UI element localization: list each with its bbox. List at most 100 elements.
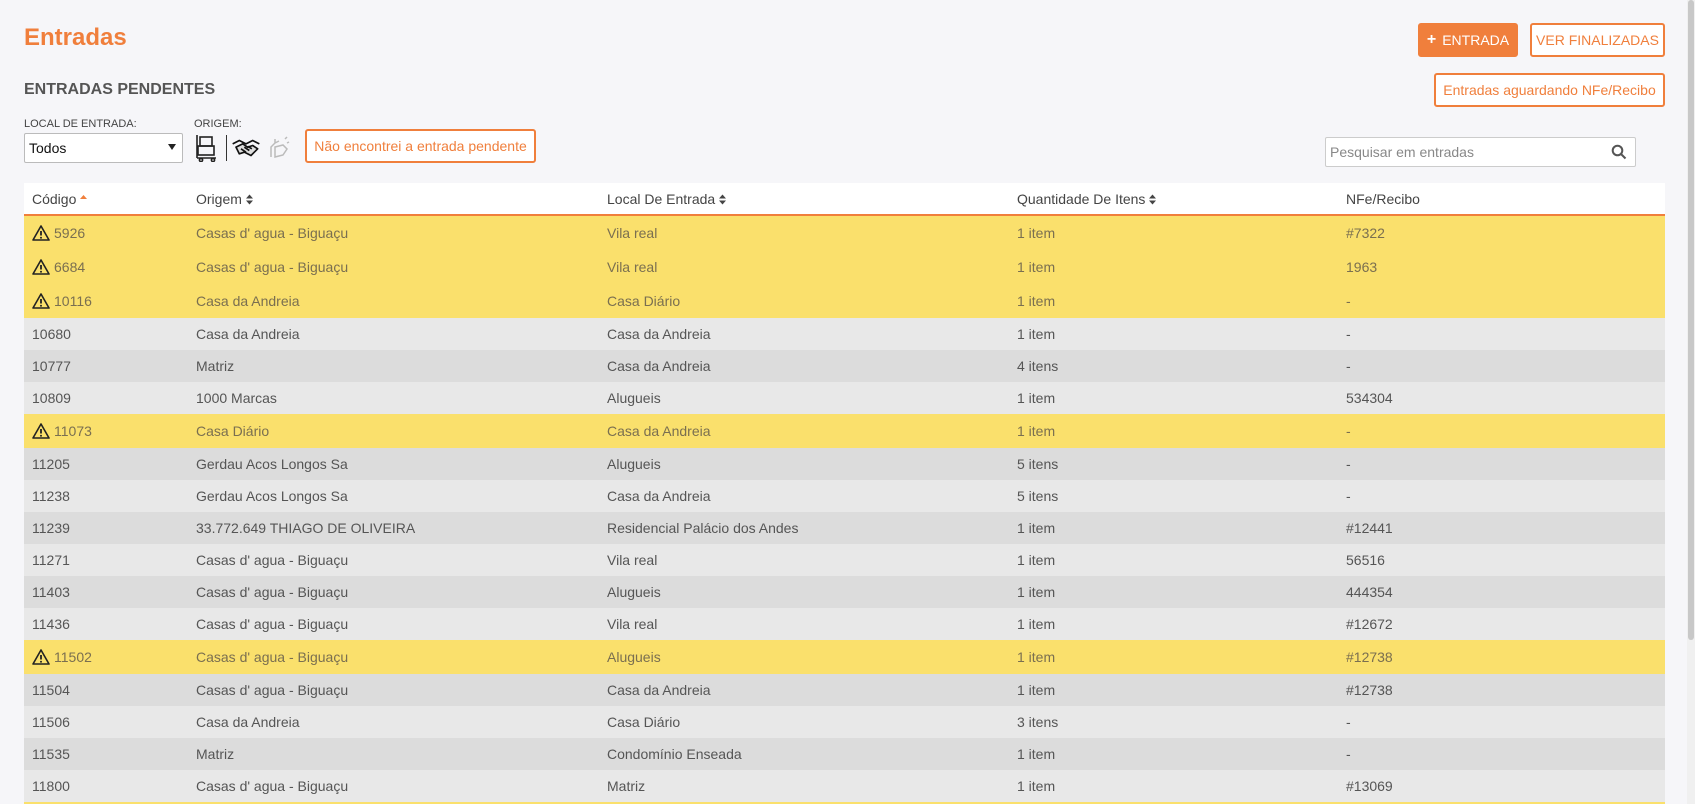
- col-header-quantidade[interactable]: Quantidade De Itens: [1017, 191, 1157, 207]
- scroll-thumb[interactable]: [1688, 0, 1694, 640]
- cell-text: 11238: [32, 488, 70, 504]
- cell-text: Matriz: [607, 778, 646, 794]
- sort-asc-icon: [80, 194, 88, 199]
- table-row[interactable]: 11535 Matriz Condomínio Enseada 1 item -: [24, 738, 1665, 770]
- cell-text: Casa da Andreia: [607, 326, 711, 342]
- cell-local: Casa da Andreia: [607, 326, 711, 342]
- col-header-local[interactable]: Local De Entrada: [607, 191, 727, 207]
- table-row[interactable]: 5926 Casas d' agua - Biguaçu Vila real 1 it…: [24, 216, 1665, 250]
- table-row[interactable]: 11502 Casas d' agua - Biguaçu Alugueis 1 it…: [24, 640, 1665, 674]
- cell-text: 1 item: [1017, 778, 1056, 794]
- cell-local: Matriz: [607, 778, 645, 794]
- table-row[interactable]: 11800 Casas d' agua - Biguaçu Matriz 1 item…: [24, 770, 1665, 802]
- cell-local: Casa Diário: [607, 714, 680, 730]
- table-row[interactable]: 10809 1000 Marcas Alugueis 1 item 534304: [24, 382, 1665, 414]
- cell-text: Alugueis: [607, 584, 661, 600]
- col-header-origem[interactable]: Origem: [196, 191, 254, 207]
- sort-icon: [245, 194, 253, 204]
- cell-origem: 33.772.649 THIAGO DE OLIVEIRA: [196, 520, 415, 536]
- warning-icon: [32, 423, 50, 439]
- cell-text: Casa da Andreia: [607, 423, 711, 439]
- cell-text: 11502: [54, 649, 92, 665]
- cell-nfe: -: [1346, 488, 1351, 504]
- search-icon[interactable]: [1611, 144, 1627, 160]
- cell-local: Vila real: [607, 259, 657, 275]
- cell-text: 1 item: [1017, 552, 1056, 568]
- table-row[interactable]: 11436 Casas d' agua - Biguaçu Vila real 1 i…: [24, 608, 1665, 640]
- nao-encontrei-button[interactable]: Não encontrei a entrada pendente: [305, 129, 536, 163]
- scrollbar[interactable]: [1687, 0, 1695, 804]
- separator: [226, 135, 227, 161]
- cell-qtd: 1 item: [1017, 520, 1055, 536]
- cell-nfe: #12738: [1346, 682, 1393, 698]
- table-row[interactable]: 10116 Casa da Andreia Casa Diário 1 item -: [24, 284, 1665, 318]
- table-row[interactable]: 11271 Casas d' agua - Biguaçu Vila real 1 i…: [24, 544, 1665, 576]
- cell-origem: Casas d' agua - Biguaçu: [196, 616, 348, 632]
- table-row[interactable]: 11504 Casas d' agua - Biguaçu Casa da Andr…: [24, 674, 1665, 706]
- aguardando-nfe-button[interactable]: Entradas aguardando NFe/Recibo: [1434, 73, 1665, 107]
- cell-codigo: 11403: [32, 584, 70, 600]
- cell-nfe: 534304: [1346, 390, 1393, 406]
- cell-qtd: 5 itens: [1017, 456, 1058, 472]
- cell-text: #7322: [1346, 225, 1385, 241]
- cell-origem: Gerdau Acos Longos Sa: [196, 488, 348, 504]
- table-row[interactable]: 10680 Casa da Andreia Casa da Andreia 1 ite…: [24, 318, 1665, 350]
- cell-text: -: [1346, 423, 1351, 439]
- cell-qtd: 5 itens: [1017, 488, 1058, 504]
- cell-origem: Casas d' agua - Biguaçu: [196, 778, 348, 794]
- cell-text: 11506: [32, 714, 70, 730]
- cell-text: -: [1346, 358, 1351, 374]
- cell-text: 11403: [32, 584, 70, 600]
- table-row[interactable]: 11205 Gerdau Acos Longos Sa Alugueis 5 iten…: [24, 448, 1665, 480]
- search-box: [1325, 137, 1636, 167]
- col-header-label: NFe/Recibo: [1346, 191, 1420, 207]
- cell-text: 1 item: [1017, 682, 1056, 698]
- table-row[interactable]: 11073 Casa Diário Casa da Andreia 1 item -: [24, 414, 1665, 448]
- cell-local: Condomínio Enseada: [607, 746, 742, 762]
- cell-text: Casa Diário: [607, 714, 681, 730]
- cell-text: Casas d' agua - Biguaçu: [196, 225, 349, 241]
- cell-local: Alugueis: [607, 584, 661, 600]
- cell-codigo: 11205: [32, 456, 70, 472]
- table-row[interactable]: 10777 Matriz Casa da Andreia 4 itens -: [24, 350, 1665, 382]
- cell-codigo: 11239: [32, 520, 70, 536]
- table-row[interactable]: 11403 Casas d' agua - Biguaçu Alugueis 1 it…: [24, 576, 1665, 608]
- cell-text: 1 item: [1017, 746, 1056, 762]
- local-entrada-select[interactable]: Todos: [24, 133, 183, 163]
- table-row[interactable]: 11238 Gerdau Acos Longos Sa Casa da Andrei…: [24, 480, 1665, 512]
- cell-text: Matriz: [196, 358, 235, 374]
- cell-text: Alugueis: [607, 390, 661, 406]
- cell-codigo: 11800: [32, 778, 70, 794]
- search-input[interactable]: [1326, 138, 1596, 166]
- table-row[interactable]: 11506 Casa da Andreia Casa Diário 3 itens -: [24, 706, 1665, 738]
- cell-text: 5 itens: [1017, 488, 1059, 504]
- cell-qtd: 1 item: [1017, 326, 1055, 342]
- cell-nfe: #12441: [1346, 520, 1393, 536]
- new-entrada-button[interactable]: + ENTRADA: [1418, 23, 1518, 57]
- warning-icon: [32, 259, 50, 275]
- col-header-codigo[interactable]: Código: [32, 191, 88, 207]
- cell-local: Casa da Andreia: [607, 358, 711, 374]
- section-title: ENTRADAS PENDENTES: [24, 81, 216, 98]
- cell-text: 10809: [32, 390, 71, 406]
- cell-text: Gerdau Acos Longos Sa: [196, 488, 348, 504]
- cell-text: 10680: [32, 326, 71, 342]
- table-body: 5926 Casas d' agua - Biguaçu Vila real 1 it…: [24, 216, 1665, 802]
- cell-local: Alugueis: [607, 390, 661, 406]
- col-header-label: Local De Entrada: [607, 191, 716, 207]
- cell-text: -: [1346, 714, 1351, 730]
- table-row[interactable]: 6684 Casas d' agua - Biguaçu Vila real 1 it…: [24, 250, 1665, 284]
- cell-origem: Casa da Andreia: [196, 326, 300, 342]
- page-title: Entradas: [24, 24, 127, 51]
- table-row[interactable]: 11239 33.772.649 THIAGO DE OLIVEIRA Reside…: [24, 512, 1665, 544]
- cell-local: Casa da Andreia: [607, 423, 711, 439]
- handshake-icon[interactable]: [231, 133, 261, 163]
- origem-label: ORIGEM:: [194, 118, 242, 130]
- hand-truck-icon[interactable]: [192, 133, 222, 163]
- ver-finalizadas-button[interactable]: VER FINALIZADAS: [1530, 23, 1665, 57]
- cell-codigo: 10777: [32, 358, 71, 374]
- hand-gesture-icon[interactable]: [263, 133, 293, 163]
- cell-text: -: [1346, 488, 1351, 504]
- cell-text: 56516: [1346, 552, 1385, 568]
- cell-text: Casas d' agua - Biguaçu: [196, 682, 349, 698]
